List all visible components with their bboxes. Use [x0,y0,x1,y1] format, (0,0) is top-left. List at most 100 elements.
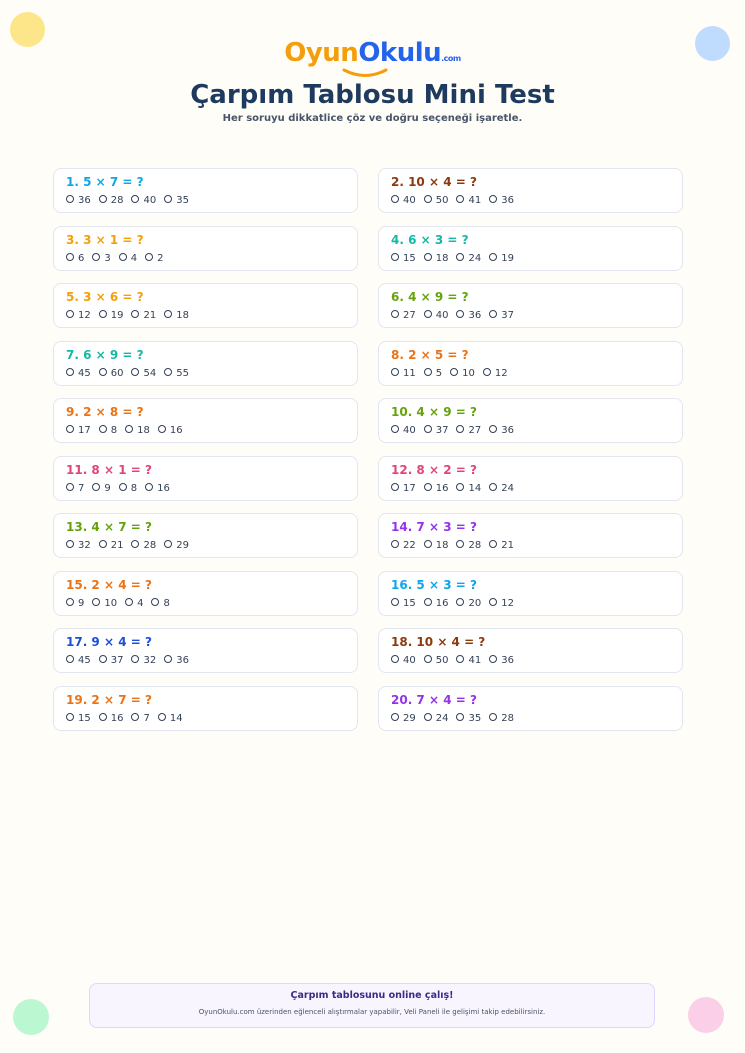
radio-circle-icon[interactable] [489,195,498,203]
answer-option[interactable]: 28 [456,540,481,551]
radio-circle-icon[interactable] [489,712,498,721]
radio-circle-icon[interactable] [489,252,498,261]
radio-circle-icon[interactable] [423,425,432,433]
answer-option[interactable]: 16 [423,597,448,609]
answer-option[interactable]: 19 [98,310,123,321]
radio-circle-icon[interactable] [423,310,432,318]
answer-option[interactable]: 5 [423,367,442,379]
radio-circle-icon[interactable] [164,540,173,548]
radio-circle-icon[interactable] [125,597,134,606]
radio-circle-icon[interactable] [66,195,74,203]
radio-circle-icon[interactable] [489,540,498,548]
answer-option[interactable]: 37 [98,655,123,666]
answer-option[interactable]: 15 [66,712,91,724]
radio-circle-icon[interactable] [164,310,173,318]
answer-option[interactable]: 54 [131,367,156,379]
answer-option[interactable]: 4 [118,252,137,264]
radio-circle-icon[interactable] [489,482,498,491]
radio-circle-icon[interactable] [66,712,74,721]
answer-option[interactable]: 20 [456,597,481,609]
radio-circle-icon[interactable] [423,367,432,376]
answer-option[interactable]: 10 [450,367,475,379]
radio-circle-icon[interactable] [456,597,465,606]
answer-option[interactable]: 35 [456,712,481,724]
answer-option[interactable]: 36 [489,655,514,666]
radio-circle-icon[interactable] [391,597,399,606]
answer-option[interactable]: 10 [92,597,117,609]
radio-circle-icon[interactable] [489,310,498,318]
radio-circle-icon[interactable] [456,425,465,433]
answer-option[interactable]: 8 [98,425,117,436]
answer-option[interactable]: 40 [391,655,416,666]
radio-circle-icon[interactable] [423,482,432,491]
answer-option[interactable]: 35 [164,195,189,206]
radio-circle-icon[interactable] [391,482,399,491]
answer-option[interactable]: 18 [423,540,448,551]
radio-circle-icon[interactable] [456,195,465,203]
radio-circle-icon[interactable] [164,195,173,203]
radio-circle-icon[interactable] [151,597,160,606]
radio-circle-icon[interactable] [423,195,432,203]
radio-circle-icon[interactable] [66,310,74,318]
answer-option[interactable]: 4 [125,597,143,609]
radio-circle-icon[interactable] [66,540,74,548]
radio-circle-icon[interactable] [118,252,127,261]
radio-circle-icon[interactable] [131,540,140,548]
radio-circle-icon[interactable] [98,367,107,376]
radio-circle-icon[interactable] [482,367,491,376]
answer-option[interactable]: 21 [489,540,514,551]
answer-option[interactable]: 24 [423,712,448,724]
radio-circle-icon[interactable] [391,540,399,548]
radio-circle-icon[interactable] [489,425,498,433]
answer-option[interactable]: 60 [98,367,123,379]
answer-option[interactable]: 12 [66,310,91,321]
radio-circle-icon[interactable] [391,425,399,433]
answer-option[interactable]: 7 [66,482,84,494]
answer-option[interactable]: 28 [98,195,123,206]
radio-circle-icon[interactable] [131,655,140,663]
radio-circle-icon[interactable] [423,597,432,606]
answer-option[interactable]: 24 [489,482,514,494]
radio-circle-icon[interactable] [391,367,399,376]
answer-option[interactable]: 16 [157,425,183,436]
radio-circle-icon[interactable] [92,482,101,491]
radio-circle-icon[interactable] [145,482,154,491]
answer-option[interactable]: 27 [391,310,416,321]
answer-option[interactable]: 24 [456,252,481,264]
answer-option[interactable]: 50 [423,195,448,206]
radio-circle-icon[interactable] [391,712,399,721]
answer-option[interactable]: 32 [66,540,91,551]
radio-circle-icon[interactable] [98,712,107,721]
answer-option[interactable]: 18 [125,425,150,436]
radio-circle-icon[interactable] [98,195,107,203]
answer-option[interactable]: 29 [164,540,189,551]
answer-option[interactable]: 45 [66,655,91,666]
answer-option[interactable]: 2 [145,252,164,264]
radio-circle-icon[interactable] [391,655,399,663]
answer-option[interactable]: 28 [489,712,514,724]
answer-option[interactable]: 16 [98,712,123,724]
radio-circle-icon[interactable] [125,425,134,433]
answer-option[interactable]: 41 [456,655,481,666]
answer-option[interactable]: 19 [489,252,514,264]
answer-option[interactable]: 29 [391,712,416,724]
answer-option[interactable]: 12 [482,367,508,379]
radio-circle-icon[interactable] [66,252,74,261]
radio-circle-icon[interactable] [66,655,74,663]
answer-option[interactable]: 14 [157,712,183,724]
answer-option[interactable]: 37 [489,310,514,321]
radio-circle-icon[interactable] [450,367,459,376]
radio-circle-icon[interactable] [98,310,107,318]
radio-circle-icon[interactable] [131,367,140,376]
answer-option[interactable]: 8 [118,482,137,494]
answer-option[interactable]: 40 [423,310,448,321]
answer-option[interactable]: 40 [391,425,416,436]
answer-option[interactable]: 45 [66,367,91,379]
answer-option[interactable]: 3 [92,252,111,264]
answer-option[interactable]: 18 [423,252,448,264]
radio-circle-icon[interactable] [98,655,107,663]
radio-circle-icon[interactable] [391,195,399,203]
radio-circle-icon[interactable] [98,540,107,548]
answer-option[interactable]: 9 [66,597,84,609]
radio-circle-icon[interactable] [456,482,465,491]
